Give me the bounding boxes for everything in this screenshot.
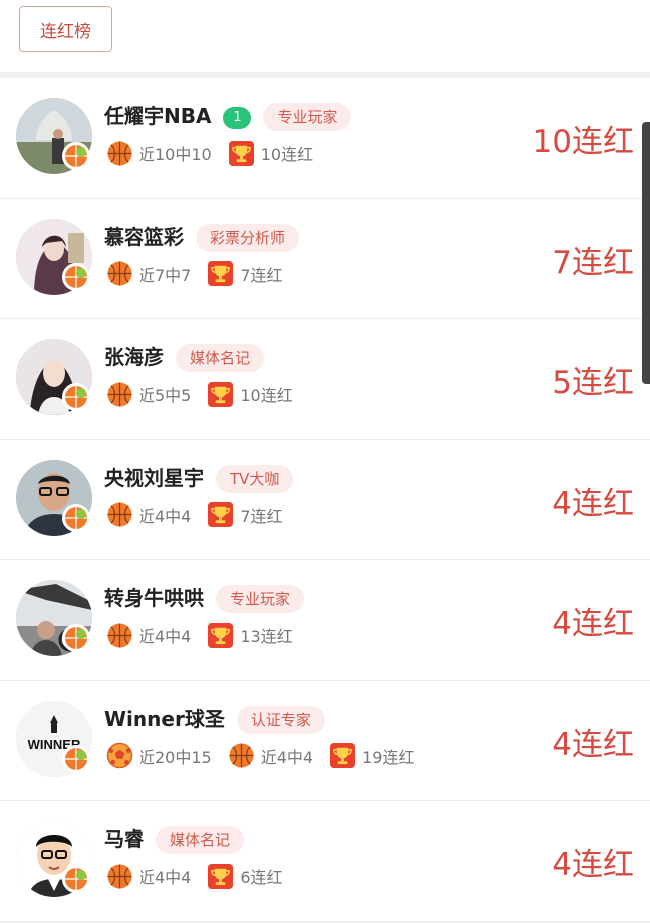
stat-item: 近4中4 — [106, 622, 191, 649]
stat-item: 7连红 — [207, 260, 283, 287]
basketball-icon — [106, 260, 133, 287]
stats-line: 近5中5 10连红 — [106, 380, 309, 408]
stat-text: 近4中4 — [139, 868, 192, 887]
expert-tag: 专业玩家 — [216, 585, 305, 613]
stat-item: 近4中4 — [106, 863, 191, 890]
stat-text: 近20中15 — [139, 747, 212, 767]
streak-count: 5连红 — [552, 365, 634, 401]
trophy-icon — [207, 381, 234, 408]
stat-text: 7连红 — [240, 506, 283, 526]
expert-name-line: 张海彦 媒体名记 — [104, 341, 265, 372]
ranking-row[interactable]: 张海彦 媒体名记近5中5 10连红 5连红 — [0, 319, 650, 440]
sport-badge-icon — [62, 503, 90, 532]
stat-text: 近7中7 — [139, 265, 192, 285]
stat-text: 近4中4 — [260, 747, 314, 767]
stat-text: 7连红 — [240, 265, 283, 285]
stat-item: 近5中5 — [106, 381, 191, 408]
stats-line: 近7中7 7连红 — [106, 260, 299, 288]
scrollbar[interactable] — [642, 122, 650, 384]
expert-name[interactable]: Winner球圣 — [104, 707, 225, 731]
trophy-icon — [207, 863, 234, 890]
expert-name[interactable]: 慕容篮彩 — [104, 225, 184, 249]
ranking-list: 任耀宇NBA 1 专业玩家 近10中10 10连红 10连红 慕容篮彩 彩票分析师 近7中7 7连… — [0, 78, 650, 922]
expert-name[interactable]: 转身牛哄哄 — [104, 586, 204, 610]
streak-count: 4连红 — [552, 847, 634, 883]
ranking-row[interactable]: 任耀宇NBA 1 专业玩家近10中10 10连红 10连红 — [0, 78, 650, 199]
stat-item: 近4中4 — [106, 501, 191, 528]
expert-name-line: 任耀宇NBA 1 专业玩家 — [104, 100, 352, 131]
streak-count: 4连红 — [552, 485, 634, 522]
expert-name-line: 央视刘星宇 TV大咖 — [104, 462, 294, 493]
streak-count: 4连红 — [552, 606, 634, 642]
basketball-icon — [106, 501, 133, 528]
expert-name-line: 马睿 媒体名记 — [104, 823, 245, 854]
stats-line: 近20中15 近4中4 19连红 — [106, 742, 430, 770]
basketball-icon — [106, 140, 133, 167]
top-bar: 连红榜 — [0, 0, 650, 72]
expert-name-line: 转身牛哄哄 专业玩家 — [104, 582, 305, 613]
sport-badge-icon — [62, 142, 90, 170]
stats-line: 近4中4 13连红 — [106, 621, 309, 649]
stat-text: 近5中5 — [139, 386, 192, 405]
trophy-icon — [207, 501, 234, 528]
expert-name-line: 慕容篮彩 彩票分析师 — [104, 221, 300, 252]
stat-item: 10连红 — [207, 381, 293, 408]
expert-tag: 认证专家 — [236, 705, 325, 734]
basketball-icon — [106, 863, 133, 890]
stat-item: 6连红 — [207, 863, 283, 890]
stat-text: 10连红 — [260, 145, 314, 164]
stat-text: 近4中4 — [139, 506, 192, 526]
stat-text: 6连红 — [240, 868, 283, 887]
ranking-row[interactable]: 马睿 媒体名记近4中4 6连红 4连红 — [0, 801, 650, 922]
stat-item: 13连红 — [207, 622, 293, 649]
tab-streak-ranking[interactable]: 连红榜 — [19, 6, 112, 52]
sport-badge-icon — [62, 262, 90, 291]
stat-text: 13连红 — [240, 627, 293, 646]
sport-badge-icon — [62, 383, 90, 411]
stat-text: 近4中4 — [139, 627, 192, 646]
ranking-row[interactable]: 转身牛哄哄 专业玩家近4中4 13连红 4连红 — [0, 560, 650, 681]
basketball-icon — [106, 622, 133, 649]
trophy-icon — [329, 742, 356, 769]
level-badge: 1 — [223, 107, 252, 129]
stat-text: 19连红 — [362, 747, 415, 767]
expert-tag: 媒体名记 — [176, 344, 265, 372]
basketball-icon — [106, 381, 133, 408]
expert-name[interactable]: 马睿 — [104, 827, 144, 851]
football-icon — [106, 742, 133, 769]
stat-item: 近7中7 — [106, 260, 191, 287]
ranking-row[interactable]: 慕容篮彩 彩票分析师 近7中7 7连红 7连红 — [0, 198, 650, 319]
stats-line: 近10中10 10连红 — [106, 139, 329, 167]
stat-item: 近10中10 — [106, 140, 212, 167]
stats-line: 近4中4 7连红 — [106, 501, 299, 529]
expert-name[interactable]: 央视刘星宇 — [104, 466, 204, 490]
stat-item: 10连红 — [228, 140, 313, 167]
basketball-icon — [228, 742, 255, 769]
stat-text: 近10中10 — [139, 145, 212, 164]
expert-tag: 专业玩家 — [263, 103, 352, 131]
trophy-icon — [207, 622, 234, 649]
trophy-icon — [228, 140, 255, 167]
expert-name-line: Winner球圣 认证专家 — [104, 703, 325, 734]
ranking-row[interactable]: WINNER Winner球圣 认证专家 近20中15 近4中4 19连红 4连红 — [0, 680, 650, 801]
streak-count: 10连红 — [532, 124, 634, 160]
sport-badge-icon — [62, 744, 90, 773]
expert-name[interactable]: 张海彦 — [104, 345, 164, 369]
expert-tag: 彩票分析师 — [196, 223, 300, 252]
trophy-icon — [207, 260, 234, 287]
stat-item: 近4中4 — [228, 742, 313, 769]
streak-count: 4连红 — [552, 726, 634, 763]
stat-text: 10连红 — [240, 386, 293, 405]
stat-item: 19连红 — [329, 742, 414, 769]
ranking-row[interactable]: 央视刘星宇 TV大咖近4中4 7连红 4连红 — [0, 439, 650, 560]
sport-badge-icon — [62, 865, 90, 893]
stats-line: 近4中4 6连红 — [106, 862, 299, 890]
streak-count: 7连红 — [552, 244, 634, 281]
sport-badge-icon — [62, 624, 90, 652]
stat-item: 近20中15 — [106, 742, 212, 769]
stat-item: 7连红 — [207, 501, 283, 528]
expert-tag: 媒体名记 — [156, 826, 245, 854]
expert-name[interactable]: 任耀宇NBA — [104, 104, 211, 128]
expert-tag: TV大咖 — [216, 464, 294, 493]
